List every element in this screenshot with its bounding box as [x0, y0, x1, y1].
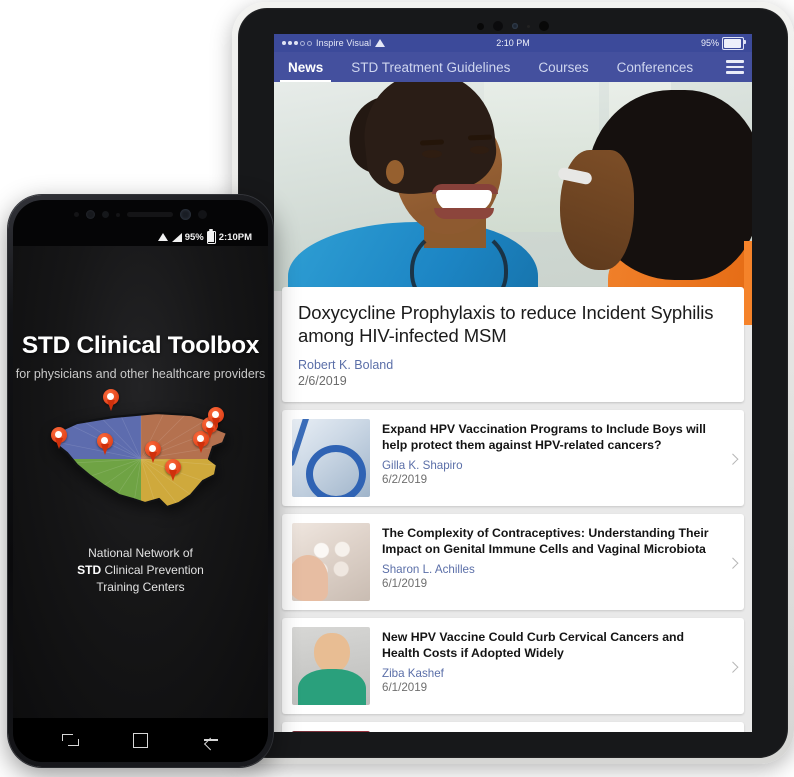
map-pin: [50, 426, 67, 449]
article-author[interactable]: Gilla K. Shapiro: [382, 459, 722, 472]
article-list-item[interactable]: The Complexity of Contraceptives: Unders…: [282, 513, 744, 610]
phone-status-bar: 95% 2:10PM: [13, 228, 268, 246]
recents-icon[interactable]: [62, 732, 80, 748]
article-title: Expand HPV Vaccination Programs to Inclu…: [382, 421, 706, 453]
map-pin: [207, 406, 224, 429]
phone-bezel: 95% 2:10PM STD Clinical Toolbox for phys…: [13, 200, 268, 762]
back-icon[interactable]: [203, 732, 219, 748]
article-list-item[interactable]: STD Science Corner - Disparities in STD …: [282, 721, 744, 732]
map-pin: [96, 432, 113, 455]
org-line-1: National Network of: [88, 545, 193, 560]
article-date: 6/1/2019: [382, 577, 428, 591]
tablet-bezel: Inspire Visual 2:10 PM 95% News STD Trea…: [238, 8, 788, 758]
article-list-item[interactable]: Expand HPV Vaccination Programs to Inclu…: [282, 409, 744, 506]
battery-icon: [206, 228, 216, 244]
status-carrier-group: Inspire Visual: [282, 38, 386, 48]
hero-article-author[interactable]: Robert K. Boland: [298, 358, 728, 372]
home-icon[interactable]: [132, 732, 148, 748]
map-pin: [144, 440, 161, 463]
tablet-front-sensors: [448, 20, 578, 32]
battery-icon: [722, 36, 746, 50]
map-pin: [164, 458, 181, 481]
phone-battery-percent: 95%: [184, 231, 204, 243]
map-pin: [102, 388, 119, 411]
hero-article-title: Doxycycline Prophylaxis to reduce Incide…: [298, 302, 714, 347]
signal-dots-icon: [282, 40, 312, 46]
wifi-icon: [157, 233, 169, 241]
article-author[interactable]: Ziba Kashef: [382, 667, 722, 680]
article-title: The Complexity of Contraceptives: Unders…: [382, 525, 709, 557]
us-map-graphic: [41, 388, 241, 521]
article-date: 6/2/2019: [382, 473, 428, 487]
article-title: New HPV Vaccine Could Curb Cervical Canc…: [382, 629, 685, 661]
org-line-2-rest: Clinical Prevention: [101, 562, 204, 577]
phone-device: 95% 2:10PM STD Clinical Toolbox for phys…: [8, 195, 273, 767]
screenshot-stage: Inspire Visual 2:10 PM 95% News STD Trea…: [0, 0, 794, 777]
article-thumbnail: [292, 626, 370, 705]
status-time: 2:10 PM: [496, 38, 530, 48]
org-line-2: STD Clinical Prevention: [77, 562, 204, 579]
article-list-item[interactable]: New HPV Vaccine Could Curb Cervical Canc…: [282, 617, 744, 714]
article-text-block: The Complexity of Contraceptives: Unders…: [382, 523, 734, 601]
article-text-block: STD Science Corner - Disparities in STD …: [382, 731, 734, 732]
phone-status-time: 2:10PM: [218, 231, 252, 243]
article-date: 6/1/2019: [382, 681, 428, 695]
signal-icon: [171, 232, 182, 242]
android-navigation-bar: [13, 718, 268, 762]
hero-article-image: [274, 82, 752, 291]
hero-article-date: 2/6/2019: [298, 373, 347, 388]
tab-news[interactable]: News: [274, 52, 337, 82]
org-footer: National Network of STD Clinical Prevent…: [77, 545, 204, 596]
phone-front-sensors: [13, 200, 268, 228]
hamburger-menu-icon[interactable]: [718, 52, 752, 82]
article-thumbnail: [292, 418, 370, 497]
org-line-2-bold: STD: [77, 562, 102, 577]
accent-strip: [744, 241, 752, 325]
wifi-icon: [375, 39, 386, 47]
tab-conferences[interactable]: Conferences: [603, 52, 708, 82]
app-title: STD Clinical Toolbox: [21, 332, 260, 359]
battery-percent: 95%: [700, 38, 719, 48]
hero-article-card[interactable]: Doxycycline Prophylaxis to reduce Incide…: [282, 241, 752, 402]
article-text-block: New HPV Vaccine Could Curb Cervical Canc…: [382, 627, 734, 705]
tablet-nav-tabs: News STD Treatment Guidelines Courses Co…: [274, 52, 752, 82]
article-thumbnail: [292, 730, 370, 732]
phone-splash-screen: STD Clinical Toolbox for physicians and …: [13, 246, 268, 718]
org-line-3: Training Centers: [96, 579, 185, 594]
status-battery-group: 95%: [700, 36, 746, 50]
carrier-label: Inspire Visual: [316, 38, 372, 48]
tab-std-treatment-guidelines[interactable]: STD Treatment Guidelines: [337, 52, 524, 82]
tablet-device: Inspire Visual 2:10 PM 95% News STD Trea…: [232, 2, 794, 764]
article-thumbnail: [292, 522, 370, 601]
news-feed[interactable]: Doxycycline Prophylaxis to reduce Incide…: [274, 82, 752, 732]
app-subtitle: for physicians and other healthcare prov…: [15, 367, 266, 381]
article-author[interactable]: Sharon L. Achilles: [382, 563, 722, 576]
article-text-block: Expand HPV Vaccination Programs to Inclu…: [382, 419, 734, 497]
tab-courses[interactable]: Courses: [524, 52, 602, 82]
tablet-screen: Inspire Visual 2:10 PM 95% News STD Trea…: [274, 34, 752, 732]
tablet-status-bar: Inspire Visual 2:10 PM 95%: [274, 34, 752, 52]
